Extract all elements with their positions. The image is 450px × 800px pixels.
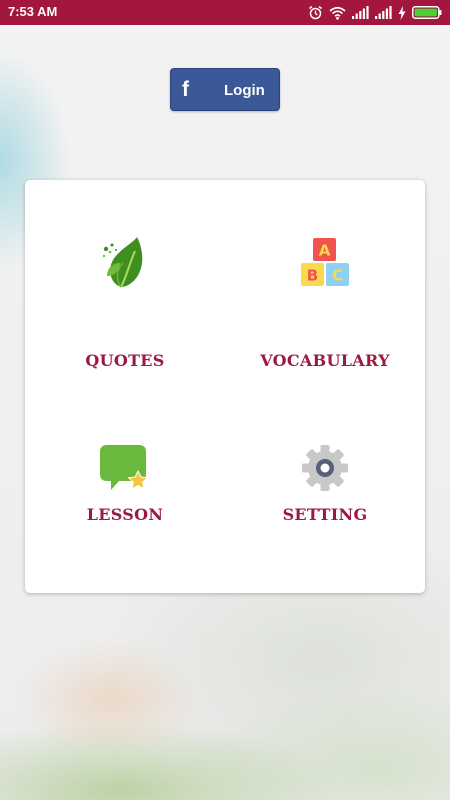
menu-label-vocabulary: VOCABULARY [260, 351, 390, 370]
menu-item-vocabulary[interactable]: A B C VOCABULARY [225, 235, 425, 370]
wifi-icon [329, 6, 346, 20]
chat-star-icon [25, 443, 225, 493]
gear-icon [225, 443, 425, 493]
signal-icon [375, 6, 392, 19]
menu-item-setting[interactable]: SETTING [225, 443, 425, 563]
status-icons [308, 4, 442, 21]
facebook-icon: f [182, 78, 189, 101]
menu-label-quotes: QUOTES [85, 351, 165, 370]
menu-label-setting: SETTING [282, 505, 368, 524]
alarm-icon [308, 5, 323, 20]
svg-text:A: A [319, 242, 331, 260]
login-label: Login [224, 82, 265, 99]
facebook-login-button[interactable]: f Login [170, 68, 280, 111]
leaf-icon [25, 235, 225, 289]
status-bar: 7:53 AM [0, 0, 450, 25]
menu-label-lesson: LESSON [86, 505, 164, 524]
svg-text:C: C [332, 267, 343, 285]
status-time: 7:53 AM [8, 4, 58, 19]
signal-icon [352, 6, 369, 19]
charging-icon [398, 5, 406, 20]
menu-card: QUOTES A B C VOCABULARY LESSON SETTING [25, 180, 425, 593]
menu-item-quotes[interactable]: QUOTES [25, 235, 225, 370]
svg-text:B: B [307, 267, 318, 285]
battery-icon [412, 6, 442, 19]
abc-blocks-icon: A B C [225, 237, 425, 287]
menu-item-lesson[interactable]: LESSON [25, 443, 225, 563]
